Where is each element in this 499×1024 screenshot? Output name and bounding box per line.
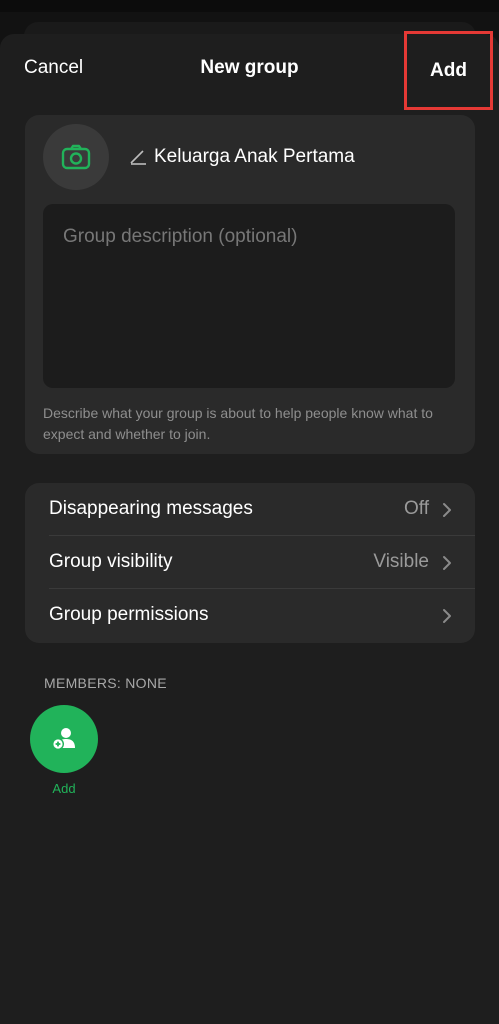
cancel-button[interactable]: Cancel: [24, 57, 83, 79]
status-bar-area: [0, 0, 499, 12]
setting-disappearing-messages[interactable]: Disappearing messages Off: [25, 483, 475, 536]
setting-group-visibility[interactable]: Group visibility Visible: [25, 536, 475, 589]
chevron-right-icon: [443, 609, 451, 623]
add-person-icon: [52, 728, 75, 750]
setting-label: Group permissions: [49, 604, 209, 625]
chevron-right-icon: [443, 503, 451, 517]
camera-icon: [61, 144, 91, 170]
members-count-label: MEMBERS: NONE: [44, 675, 167, 691]
setting-group-permissions[interactable]: Group permissions: [25, 589, 475, 642]
group-description-field[interactable]: Group description (optional): [43, 204, 455, 388]
add-button[interactable]: Add: [404, 31, 493, 110]
setting-value: Off: [404, 498, 429, 519]
setting-value: Visible: [373, 551, 429, 572]
setting-label: Group visibility: [49, 551, 173, 572]
add-member-button[interactable]: [30, 705, 98, 773]
add-member-label: Add: [52, 781, 76, 796]
chevron-right-icon: [443, 556, 451, 570]
new-group-screen: Cancel New group Add Keluarga Anak Perta…: [0, 0, 499, 1024]
group-name-field[interactable]: Keluarga Anak Pertama: [154, 146, 355, 168]
pencil-icon: [130, 150, 146, 165]
description-help-text: Describe what your group is about to hel…: [43, 405, 433, 442]
add-button-label: Add: [430, 59, 467, 81]
description-placeholder: Group description (optional): [63, 226, 298, 247]
group-photo-button[interactable]: [43, 124, 109, 190]
setting-label: Disappearing messages: [49, 498, 253, 519]
